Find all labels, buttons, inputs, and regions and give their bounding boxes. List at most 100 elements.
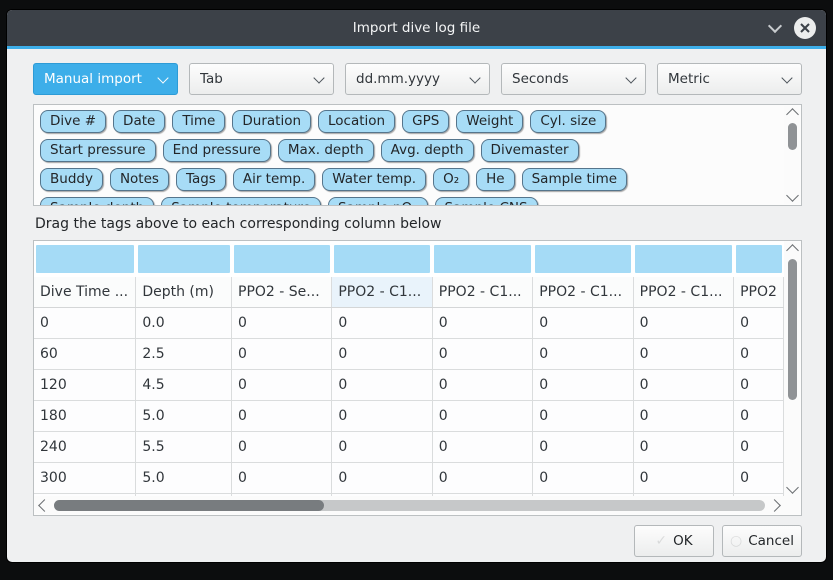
- scroll-right-icon[interactable]: [768, 499, 781, 512]
- table-cell: 0: [734, 339, 784, 370]
- drag-tag[interactable]: Tags: [176, 168, 226, 191]
- scroll-down-icon[interactable]: [786, 481, 799, 494]
- drag-tag[interactable]: Sample pO₂: [328, 197, 428, 205]
- tags-scroll-track[interactable]: [788, 123, 797, 187]
- table-cell: 0: [633, 432, 733, 463]
- drag-tag[interactable]: Divemaster: [481, 139, 579, 162]
- drag-tag[interactable]: Cyl. size: [530, 110, 606, 133]
- tags-scroll-thumb[interactable]: [788, 123, 797, 150]
- drag-tag[interactable]: Date: [113, 110, 165, 133]
- drop-target-area[interactable]: [138, 245, 230, 273]
- table-header-row: Dive Time ...Depth (m)PPO2 - Se...PPO2 -…: [34, 277, 784, 308]
- table-cell: 5.0: [136, 401, 232, 432]
- tag-row-2: Buddy Notes Tags Air temp. Water temp. O₂ He Sa…: [40, 168, 784, 191]
- drop-target-cell[interactable]: [136, 241, 232, 277]
- combobox-3[interactable]: Seconds: [501, 63, 646, 95]
- column-header[interactable]: Dive Time ...: [34, 277, 136, 308]
- combobox-1[interactable]: Tab: [189, 63, 334, 95]
- cancel-button[interactable]: ○ Cancel: [722, 525, 802, 557]
- table-cell: 0: [734, 463, 784, 494]
- drag-tag[interactable]: Avg. depth: [381, 139, 474, 162]
- close-button[interactable]: [794, 17, 816, 39]
- drag-tag[interactable]: Location: [318, 110, 395, 133]
- drag-tag[interactable]: Sample temperature: [161, 197, 321, 205]
- drag-tag[interactable]: Buddy: [40, 168, 103, 191]
- drag-tag[interactable]: Sample time: [522, 168, 627, 191]
- table-cell: 0: [633, 308, 733, 339]
- drag-tag[interactable]: O₂: [433, 168, 469, 191]
- scroll-up-icon[interactable]: [786, 244, 799, 257]
- column-header[interactable]: PPO2 - C1...: [533, 277, 633, 308]
- titlebar[interactable]: Import dive log file: [7, 10, 826, 46]
- table-cell: 0: [332, 308, 432, 339]
- table-cell: 240: [34, 432, 136, 463]
- drop-target-area[interactable]: [736, 245, 782, 273]
- drag-tag[interactable]: Duration: [232, 110, 311, 133]
- column-header[interactable]: PPO2 - Se...: [232, 277, 332, 308]
- drop-target-cell[interactable]: [633, 241, 733, 277]
- drop-target-area[interactable]: [635, 245, 731, 273]
- drag-tag[interactable]: Time: [172, 110, 225, 133]
- hscroll-track[interactable]: [54, 500, 765, 511]
- drag-tag[interactable]: Water temp.: [322, 168, 426, 191]
- import-preview-table: Dive Time ...Depth (m)PPO2 - Se...PPO2 -…: [34, 241, 784, 496]
- drag-tag[interactable]: Air temp.: [233, 168, 315, 191]
- table-cell: 0.0: [136, 308, 232, 339]
- drop-target-cell[interactable]: [232, 241, 332, 277]
- drop-target-cell[interactable]: [533, 241, 633, 277]
- table-cell: 0: [533, 401, 633, 432]
- ok-button[interactable]: ✓ OK: [634, 525, 714, 557]
- chevron-down-icon[interactable]: [768, 19, 782, 33]
- drag-tag[interactable]: Sample depth: [40, 197, 154, 205]
- column-header[interactable]: Depth (m): [136, 277, 232, 308]
- drop-target-area[interactable]: [234, 245, 330, 273]
- table-row: 3005.0000000: [34, 463, 784, 494]
- drop-target-cell[interactable]: [332, 241, 432, 277]
- tags-vertical-scrollbar[interactable]: [784, 106, 800, 204]
- scroll-up-icon[interactable]: [786, 108, 799, 121]
- table-cell: 0: [332, 339, 432, 370]
- table-row: 1204.5000000: [34, 370, 784, 401]
- table-cell: 0: [734, 308, 784, 339]
- table-cell: 0: [232, 339, 332, 370]
- drag-tag[interactable]: GPS: [402, 110, 449, 133]
- drop-target-area[interactable]: [334, 245, 430, 273]
- column-header[interactable]: PPO2 - C1...: [432, 277, 532, 308]
- table-cell: 0: [633, 370, 733, 401]
- combobox-4[interactable]: Metric: [657, 63, 802, 95]
- tags-panel: Dive # Date Time Duration Location GPS Weight C…: [33, 104, 802, 206]
- tags-list: Dive # Date Time Duration Location GPS Weight C…: [34, 105, 784, 205]
- drop-target-area[interactable]: [434, 245, 530, 273]
- column-header[interactable]: PPO2 - C1...: [332, 277, 432, 308]
- drag-tag[interactable]: Notes: [110, 168, 169, 191]
- table-horizontal-scrollbar[interactable]: [35, 496, 784, 514]
- table-scroll-track[interactable]: [788, 259, 797, 479]
- column-header[interactable]: PPO2: [734, 277, 784, 308]
- hscroll-thumb[interactable]: [54, 500, 324, 511]
- table-cell: 0: [332, 463, 432, 494]
- drop-target-cell[interactable]: [432, 241, 532, 277]
- drag-tag[interactable]: He: [476, 168, 514, 191]
- desktop-background: Import dive log file Manual import Tab dd.…: [0, 0, 833, 580]
- drag-tag[interactable]: Sample CNS: [435, 197, 538, 205]
- table-cell: 0: [432, 432, 532, 463]
- drop-target-area[interactable]: [535, 245, 631, 273]
- table-cell: 0: [633, 463, 733, 494]
- drop-target-area[interactable]: [36, 245, 134, 273]
- column-header[interactable]: PPO2 - C1...: [633, 277, 733, 308]
- drop-target-cell[interactable]: [734, 241, 784, 277]
- drag-tag[interactable]: End pressure: [163, 139, 271, 162]
- combobox-2[interactable]: dd.mm.yyyy: [345, 63, 490, 95]
- table-vertical-scrollbar[interactable]: [784, 242, 800, 496]
- table-row: 00.0000000: [34, 308, 784, 339]
- chevron-down-icon: [469, 72, 480, 83]
- scroll-left-icon[interactable]: [38, 499, 51, 512]
- drag-tag[interactable]: Start pressure: [40, 139, 156, 162]
- drag-tag[interactable]: Dive #: [40, 110, 106, 133]
- combobox-0[interactable]: Manual import: [33, 63, 178, 95]
- drop-target-cell[interactable]: [34, 241, 136, 277]
- drag-tag[interactable]: Max. depth: [278, 139, 374, 162]
- drag-tag[interactable]: Weight: [456, 110, 523, 133]
- table-scroll-thumb[interactable]: [788, 259, 797, 400]
- scroll-down-icon[interactable]: [786, 189, 799, 202]
